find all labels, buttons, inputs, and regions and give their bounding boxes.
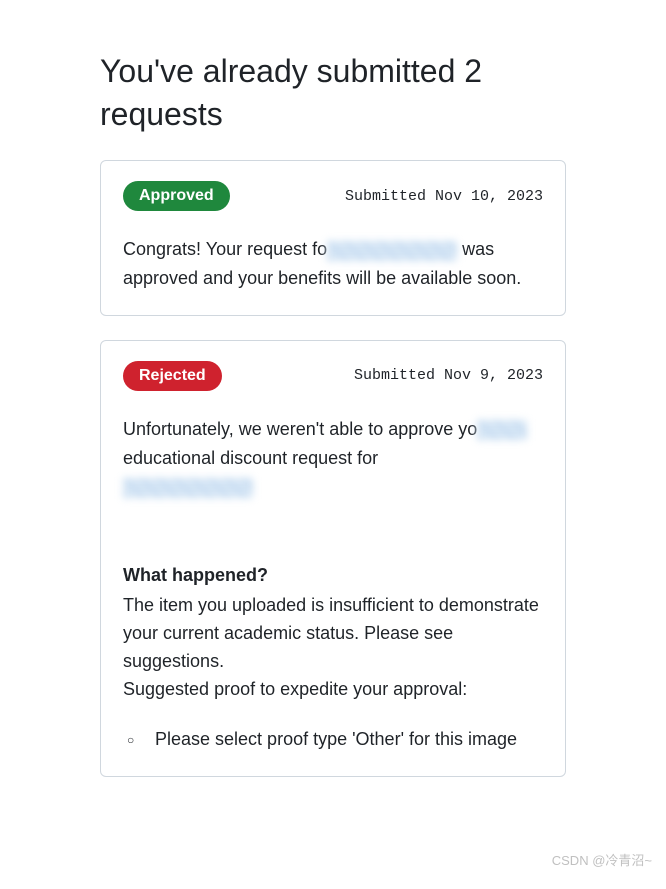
card-body: Congrats! Your request fo was approved a… <box>123 235 543 293</box>
page-title: You've already submitted 2 requests <box>100 50 566 136</box>
message-text: educational discount request for <box>123 448 378 468</box>
request-card-approved: Approved Submitted Nov 10, 2023 Congrats… <box>100 160 566 316</box>
status-badge-approved: Approved <box>123 181 230 211</box>
submitted-date: Submitted Nov 10, 2023 <box>345 188 543 205</box>
watermark: CSDN @冷青沼~ <box>552 850 652 869</box>
submitted-date: Submitted Nov 9, 2023 <box>354 367 543 384</box>
redacted-content <box>123 478 253 498</box>
message-text: Congrats! Your request fo <box>123 239 327 259</box>
list-item: Please select proof type 'Other' for thi… <box>147 726 543 754</box>
card-body: Unfortunately, we weren't able to approv… <box>123 415 543 754</box>
request-card-rejected: Rejected Submitted Nov 9, 2023 Unfortuna… <box>100 340 566 777</box>
status-badge-rejected: Rejected <box>123 361 222 391</box>
suggested-proof-intro: Suggested proof to expedite your approva… <box>123 676 543 704</box>
redacted-content <box>477 420 527 440</box>
redacted-content <box>327 241 457 261</box>
card-header: Approved Submitted Nov 10, 2023 <box>123 181 543 211</box>
suggestions-list: Please select proof type 'Other' for thi… <box>123 726 543 754</box>
what-happened-body: The item you uploaded is insufficient to… <box>123 592 543 676</box>
message-text: Unfortunately, we weren't able to approv… <box>123 419 477 439</box>
card-header: Rejected Submitted Nov 9, 2023 <box>123 361 543 391</box>
what-happened-heading: What happened? <box>123 561 543 590</box>
